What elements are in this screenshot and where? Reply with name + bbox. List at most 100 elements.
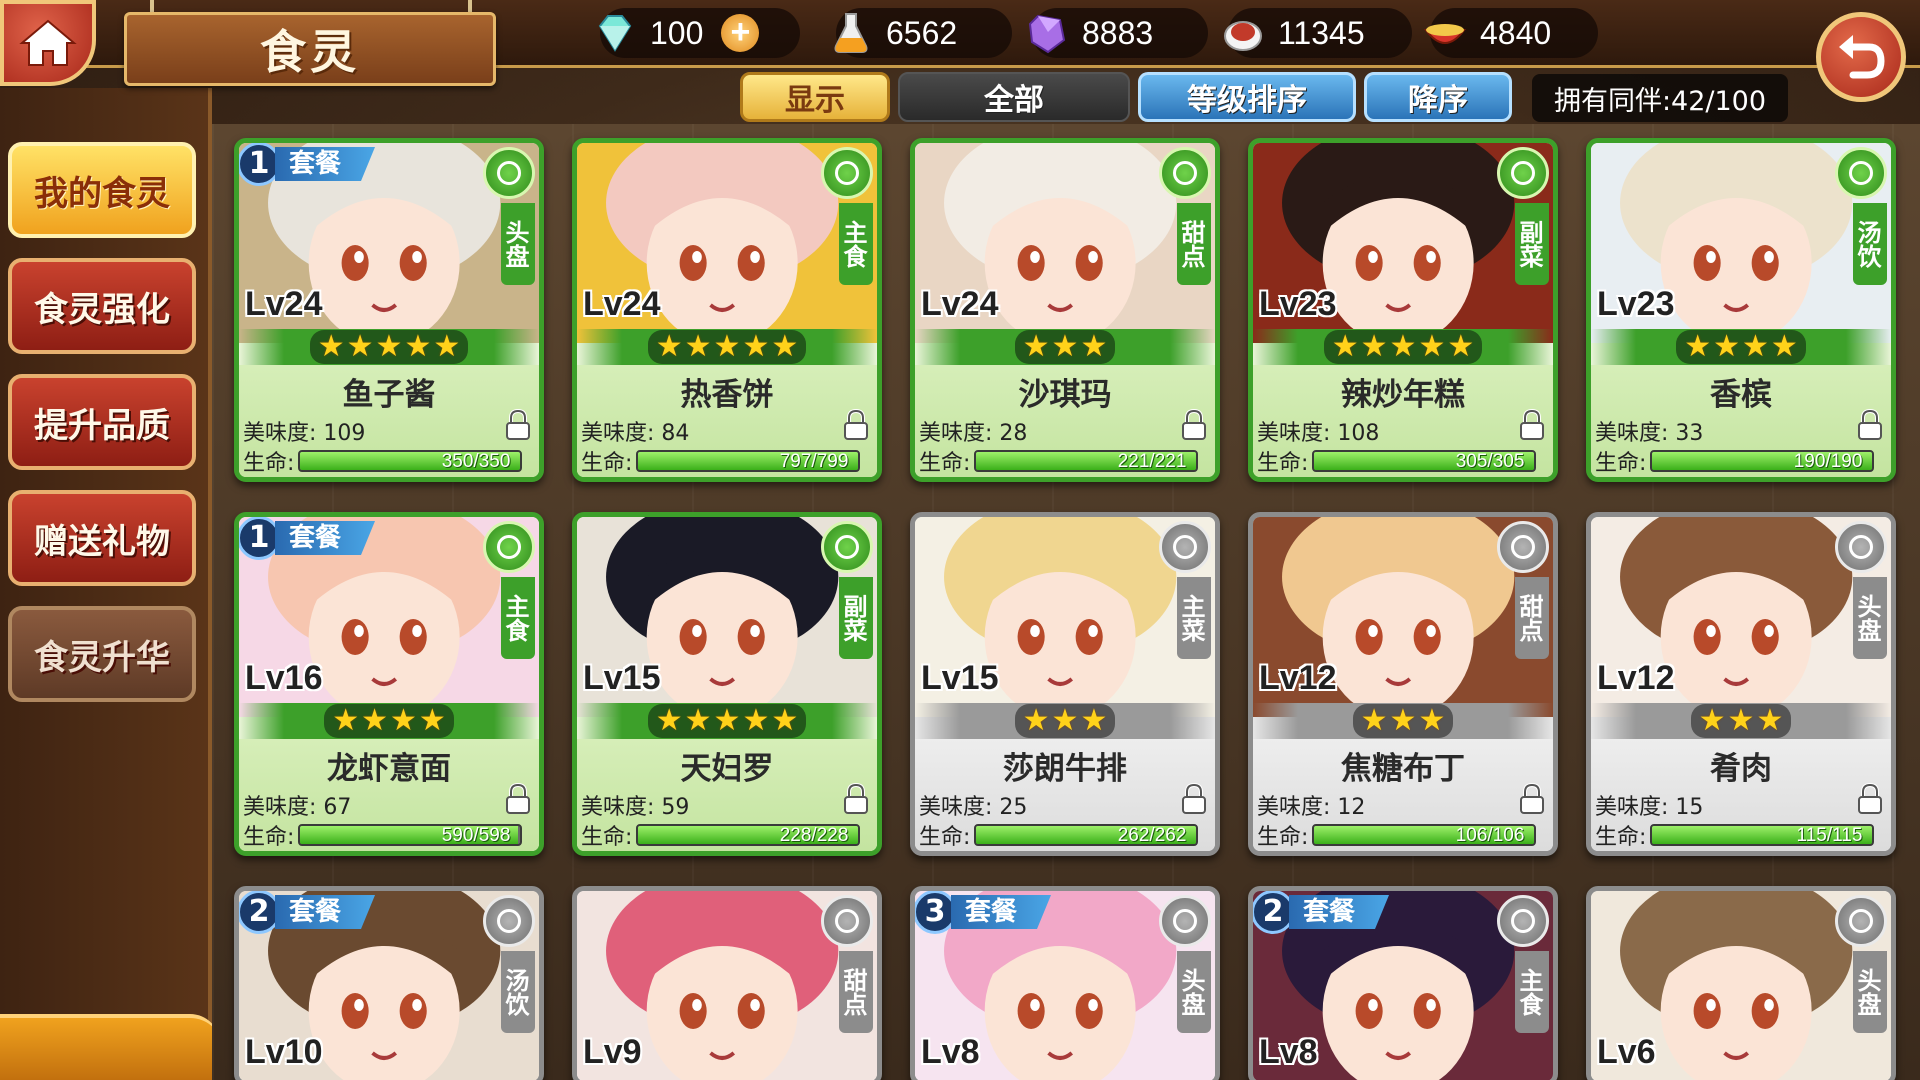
star-rating-band: ★ ★ ★ ★ ★ (577, 703, 877, 739)
dish-type-label: 主食 (839, 203, 873, 285)
hp-label: 生命: (1257, 825, 1309, 850)
sidebar-item-enhance[interactable]: 食灵强化 (8, 258, 196, 354)
food-soul-card[interactable]: 2 套餐 主食 Lv8 (1248, 886, 1558, 1080)
star-icon: ★ (361, 703, 388, 738)
star-icon: ★ (404, 329, 432, 364)
food-soul-card[interactable]: 1 套餐 主食 Lv16 ★ ★ ★ ★ 龙虾意面 美味度: 67 生命: 590/598 (234, 512, 544, 856)
cake-icon (821, 895, 873, 947)
meat-icon (1224, 21, 1262, 51)
food-soul-card[interactable]: 头盘 Lv12 ★ ★ ★ 肴肉 美味度: 15 生命: 115/115 (1586, 512, 1896, 856)
food-soul-card[interactable]: 副菜 Lv15 ★ ★ ★ ★ ★ 天妇罗 美味度: 59 生命: 228/228 (572, 512, 882, 856)
hp-value: 350/350 (441, 451, 511, 472)
star-rating-band: ★ ★ ★ ★ (239, 703, 539, 739)
cleaver-icon (1159, 521, 1211, 573)
food-soul-card[interactable]: 主食 Lv24 ★ ★ ★ ★ ★ 热香饼 美味度: 84 生命: 797/799 (572, 138, 882, 482)
set-meal-tag: 1 套餐 (239, 143, 405, 186)
add-diamond-button[interactable]: + (721, 14, 760, 52)
star-icon: ★ (1698, 703, 1726, 738)
level-label: Lv15 (921, 659, 999, 697)
sidebar-item-upgrade-quality[interactable]: 提升品质 (8, 374, 196, 470)
star-icon: ★ (1713, 329, 1740, 364)
card-info-panel: 莎朗牛排 美味度: 25 生命: 262/262 (915, 739, 1215, 851)
food-soul-card[interactable]: 甜点 Lv9 (572, 886, 882, 1080)
star-icon: ★ (742, 703, 770, 738)
dish-type-label: 头盘 (1853, 577, 1887, 659)
taste-number: 33 (1668, 421, 1704, 446)
star-rating-band: ★ ★ ★ (915, 329, 1215, 365)
hp-bar: 797/799 (636, 450, 861, 472)
hp-value: 590/598 (441, 825, 511, 846)
food-soul-card[interactable]: 副菜 Lv23 ★ ★ ★ ★ ★ 辣炒年糕 美味度: 108 生命: 305/305 (1248, 138, 1558, 482)
food-soul-name: 辣炒年糕 (1341, 377, 1465, 413)
set-meal-tag: 3 套餐 (915, 891, 1081, 934)
type-symbol (835, 909, 859, 933)
lock-icon[interactable] (1857, 782, 1883, 815)
food-soul-card[interactable]: 甜点 Lv12 ★ ★ ★ 焦糖布丁 美味度: 12 生命: 106/106 (1248, 512, 1558, 856)
food-soul-card[interactable]: 主菜 Lv15 ★ ★ ★ 莎朗牛排 美味度: 25 生命: 262/262 (910, 512, 1220, 856)
star-rating-band: ★ ★ ★ ★ (1591, 329, 1891, 365)
taste-value: 美味度: 59 (581, 789, 689, 821)
star-icon: ★ (1770, 329, 1798, 364)
taste-number: 28 (992, 421, 1028, 446)
food-soul-card[interactable]: 2 套餐 汤饮 Lv10 (234, 886, 544, 1080)
back-button[interactable] (1816, 12, 1906, 102)
flask-count: 6562 (886, 14, 958, 51)
sidebar-item-give-gift[interactable]: 赠送礼物 (8, 490, 196, 586)
lock-icon[interactable] (505, 408, 531, 441)
lock-icon[interactable] (1857, 408, 1883, 441)
food-soul-card[interactable]: 1 套餐 头盘 Lv24 ★ ★ ★ ★ ★ 鱼子酱 美味度: 109 生命: 350/350 (234, 138, 544, 482)
sort-by-level-button[interactable]: 等级排序 (1138, 72, 1356, 122)
star-icon: ★ (1051, 329, 1079, 364)
lock-icon[interactable] (505, 782, 531, 815)
category-all-button[interactable]: 全部 (898, 72, 1130, 122)
food-soul-card[interactable]: 头盘 Lv6 (1586, 886, 1896, 1080)
level-label: Lv16 (245, 659, 323, 697)
set-meal-number: 1 (239, 517, 281, 560)
set-meal-number: 2 (1253, 891, 1295, 934)
taste-label: 美味度: (243, 421, 317, 446)
taste-number: 59 (654, 795, 690, 820)
star-icon: ★ (1756, 703, 1784, 738)
home-button[interactable] (0, 0, 96, 86)
level-label: Lv24 (921, 285, 999, 323)
lock-icon[interactable] (1519, 408, 1545, 441)
sidebar-footer-tab[interactable] (0, 1014, 220, 1080)
star-rating-band: ★ ★ ★ ★ ★ (1253, 329, 1553, 365)
sort-order-button[interactable]: 降序 (1364, 72, 1512, 122)
star-icon: ★ (332, 703, 360, 738)
currency-diamond: 100 + (598, 8, 800, 58)
star-icon: ★ (1389, 703, 1417, 738)
cake-icon (1159, 147, 1211, 199)
flask-icon (834, 13, 868, 53)
sidebar-item-ascend[interactable]: 食灵升华 (8, 606, 196, 702)
food-soul-card[interactable]: 甜点 Lv24 ★ ★ ★ 沙琪玛 美味度: 28 生命: 221/221 (910, 138, 1220, 482)
food-soul-name: 焦糖布丁 (1341, 751, 1465, 787)
taste-value: 美味度: 28 (919, 415, 1027, 447)
diamond-icon (598, 15, 632, 52)
hp-row: 生命: 106/106 (1257, 819, 1537, 851)
star-rating: ★ ★ ★ (1690, 703, 1792, 738)
set-meal-label: 套餐 (275, 895, 376, 929)
card-info-panel: 天妇罗 美味度: 59 生命: 228/228 (577, 739, 877, 851)
hp-bar: 106/106 (1312, 824, 1537, 846)
bowl-icon (483, 521, 535, 573)
lock-icon[interactable] (843, 408, 869, 441)
food-soul-name: 莎朗牛排 (1003, 751, 1127, 787)
star-icon: ★ (742, 329, 770, 364)
hp-label: 生命: (581, 825, 633, 850)
sidebar-item-my-food-souls[interactable]: 我的食灵 (8, 142, 196, 238)
food-soul-card[interactable]: 3 套餐 头盘 Lv8 (910, 886, 1220, 1080)
star-rating: ★ ★ ★ (1014, 329, 1116, 364)
plate-icon (1159, 895, 1211, 947)
star-rating: ★ ★ ★ (1352, 703, 1454, 738)
lock-icon[interactable] (1519, 782, 1545, 815)
display-filter-button[interactable]: 显示 (740, 72, 890, 122)
food-soul-card[interactable]: 汤饮 Lv23 ★ ★ ★ ★ 香槟 美味度: 33 生命: 190/190 (1586, 138, 1896, 482)
card-info-panel: 沙琪玛 美味度: 28 生命: 221/221 (915, 365, 1215, 477)
lock-icon[interactable] (1181, 782, 1207, 815)
lock-icon[interactable] (1181, 408, 1207, 441)
star-rating: ★ ★ ★ ★ ★ (647, 329, 807, 364)
lock-icon[interactable] (843, 782, 869, 815)
star-icon: ★ (390, 703, 417, 738)
bowl-icon (821, 147, 873, 199)
